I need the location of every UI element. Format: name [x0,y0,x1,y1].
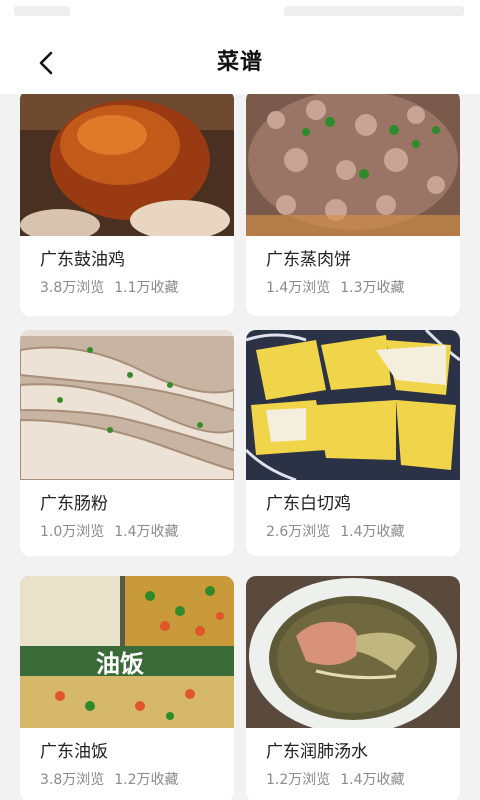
recipe-card[interactable]: 广东鼓油鸡 3.8万浏览 1.1万收藏 [20,94,234,316]
recipe-title: 广东白切鸡 [266,494,351,514]
chevron-left-icon [39,51,53,75]
recipe-card[interactable]: 广东白切鸡 2.6万浏览 1.4万收藏 [246,330,460,556]
recipe-stats: 2.6万浏览 1.4万收藏 [266,523,460,541]
recipe-stats: 1.0万浏览 1.4万收藏 [40,523,234,541]
recipe-stats: 1.2万浏览 1.4万收藏 [266,771,460,789]
recipe-title: 广东油饭 [40,742,108,762]
favorite-count: 1.3万收藏 [340,280,405,296]
nav-bar: 菜谱 [0,26,480,94]
view-count: 2.6万浏览 [266,524,331,540]
status-bar [0,0,480,26]
favorite-count: 1.4万收藏 [340,772,405,788]
favorite-count: 1.4万收藏 [340,524,405,540]
favorite-count: 1.2万收藏 [114,772,179,788]
back-button[interactable] [26,46,66,80]
recipe-image [20,94,234,236]
recipe-card[interactable]: 油饭 广东油饭 3.8万浏览 1.2万收藏 [20,576,234,800]
recipe-stats: 1.4万浏览 1.3万收藏 [266,279,460,297]
recipe-stats: 3.8万浏览 1.2万收藏 [40,771,234,789]
recipe-card[interactable]: 广东蒸肉饼 1.4万浏览 1.3万收藏 [246,94,460,316]
recipe-image [246,330,460,480]
page-title: 菜谱 [216,50,263,75]
view-count: 3.8万浏览 [40,772,105,788]
recipe-stats: 3.8万浏览 1.1万收藏 [40,279,234,297]
view-count: 1.2万浏览 [266,772,331,788]
recipe-card[interactable]: 广东润肺汤水 1.2万浏览 1.4万收藏 [246,576,460,800]
recipe-image: 油饭 [20,576,234,728]
recipe-title: 广东肠粉 [40,494,108,514]
favorite-count: 1.4万收藏 [114,524,179,540]
recipe-card[interactable]: 广东肠粉 1.0万浏览 1.4万收藏 [20,330,234,556]
recipe-image [20,330,234,480]
recipe-image [246,576,460,728]
favorite-count: 1.1万收藏 [114,280,179,296]
view-count: 1.0万浏览 [40,524,105,540]
recipe-grid: 广东鼓油鸡 3.8万浏览 1.1万收藏 广东蒸肉饼 1.4万浏览 1.3万收藏 … [0,94,480,800]
recipe-title: 广东润肺汤水 [266,742,368,762]
view-count: 1.4万浏览 [266,280,331,296]
view-count: 3.8万浏览 [40,280,105,296]
recipe-title: 广东鼓油鸡 [40,250,125,270]
recipe-title: 广东蒸肉饼 [266,250,351,270]
recipe-image [246,94,460,236]
youfan-overlay-text: 油饭 [96,650,144,678]
